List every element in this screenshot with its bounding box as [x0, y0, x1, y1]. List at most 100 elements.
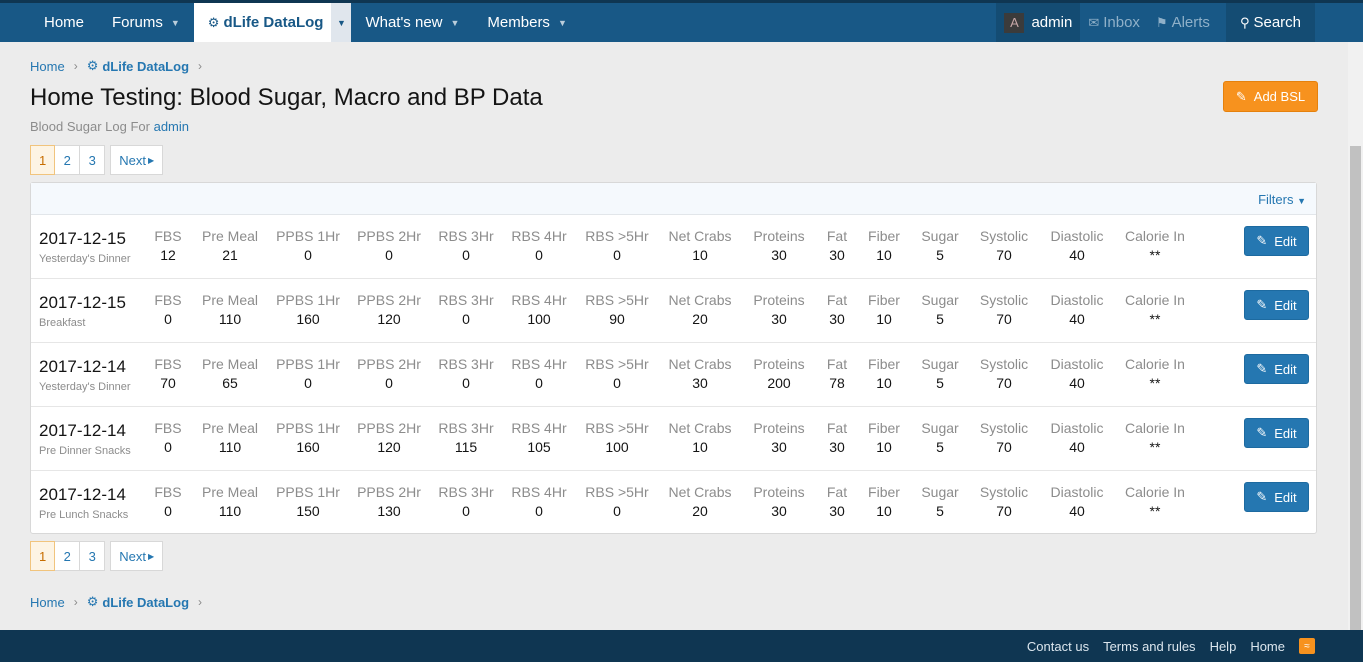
breadcrumb-home[interactable]: Home — [30, 59, 65, 74]
cell-value: 0 — [462, 247, 470, 263]
footer-contact-link[interactable]: Contact us — [1027, 639, 1089, 654]
entry-cell: RBS 4Hr 0 — [511, 356, 566, 391]
entry-cell: Fat 30 — [827, 484, 847, 519]
page-3[interactable]: 3 — [80, 541, 106, 571]
entry-cell: FBS 12 — [154, 228, 181, 263]
cell-value: 0 — [304, 247, 312, 263]
entry-cell: Systolic 70 — [980, 292, 1028, 327]
chevron-down-icon[interactable]: ▼ — [331, 3, 352, 42]
cell-label: FBS — [154, 420, 182, 436]
cell-value: 30 — [829, 503, 845, 519]
cell-value: 78 — [829, 375, 845, 391]
page-2[interactable]: 2 — [55, 145, 81, 175]
breadcrumb: Home › ⚙ dLife DataLog › — [30, 58, 211, 74]
account-menu[interactable]: Aadmin — [996, 3, 1081, 42]
edit-icon: ✎ — [1256, 297, 1268, 312]
chevron-down-icon[interactable]: ▼ — [451, 18, 460, 28]
breadcrumb-datalog[interactable]: dLife DataLog — [102, 595, 189, 610]
search-label: Search — [1253, 14, 1301, 31]
cell-label: Pre Meal — [201, 356, 259, 372]
nav-home-label: Home — [44, 14, 85, 31]
nav-dlife-datalog[interactable]: ⚙ dLife DataLog ▼ — [193, 3, 352, 42]
cell-label: Fat — [826, 356, 848, 372]
add-bsl-button[interactable]: ✎ Add BSL — [1223, 81, 1318, 112]
inbox-link[interactable]: ✉ Inbox — [1080, 3, 1148, 42]
entry-cell: Calorie In ** — [1125, 228, 1185, 263]
top-navigation-bar: Home Forums ▼ ⚙ dLife DataLog ▼ What's new ▼… — [0, 0, 1363, 42]
add-bsl-label: Add BSL — [1253, 89, 1306, 104]
entry-cell: Net Crabs 10 — [668, 228, 731, 263]
cell-value: 130 — [377, 503, 401, 519]
breadcrumb-datalog[interactable]: dLife DataLog — [102, 59, 189, 74]
cell-label: Fat — [826, 484, 848, 500]
entry-row: 2017-12-14 Pre Lunch Snacks FBS 0 Pre Meal 11… — [31, 471, 1316, 535]
nav-whats-new[interactable]: What's new ▼ — [351, 3, 473, 42]
edit-label: Edit — [1274, 489, 1297, 505]
rss-icon[interactable]: ≈ — [1299, 638, 1315, 654]
cell-value: 12 — [160, 247, 176, 263]
nav-forums[interactable]: Forums ▼ — [98, 3, 194, 42]
cell-label: RBS 4Hr — [511, 228, 567, 244]
edit-button[interactable]: ✎ Edit — [1244, 418, 1309, 448]
cell-value: 65 — [222, 375, 238, 391]
search-button[interactable]: ⚲ Search — [1225, 3, 1315, 42]
edit-button[interactable]: ✎ Edit — [1244, 226, 1309, 256]
cell-value: 10 — [692, 247, 708, 263]
cell-label: Proteins — [753, 292, 805, 308]
entry-cell: RBS >5Hr 0 — [585, 228, 648, 263]
filters-menu[interactable]: Filters ▼ — [1258, 192, 1306, 207]
cell-value: 5 — [936, 375, 944, 391]
next-page-button[interactable]: Next ▶ — [110, 145, 164, 175]
cell-label: Diastolic — [1050, 356, 1104, 372]
nav-home[interactable]: Home — [30, 3, 98, 42]
chevron-down-icon[interactable]: ▼ — [558, 18, 567, 28]
entry-cell: Fiber 10 — [868, 228, 900, 263]
cell-value: 120 — [377, 311, 401, 327]
cell-value: 160 — [296, 311, 320, 327]
cell-value: 30 — [829, 311, 845, 327]
envelope-icon: ✉ — [1088, 14, 1100, 30]
entry-cell: PPBS 1Hr 160 — [276, 292, 340, 327]
page-3[interactable]: 3 — [80, 145, 106, 175]
breadcrumb-home[interactable]: Home — [30, 595, 65, 610]
cell-value: 5 — [936, 439, 944, 455]
search-icon: ⚲ — [1239, 14, 1250, 30]
next-label: Next — [119, 152, 146, 168]
entry-cell: RBS >5Hr 0 — [585, 356, 648, 391]
cell-value: 0 — [613, 375, 621, 391]
edit-button[interactable]: ✎ Edit — [1244, 482, 1309, 512]
cell-label: Fat — [826, 420, 848, 436]
entry-cell: FBS 0 — [154, 420, 181, 455]
entry-cell: Fat 30 — [827, 420, 847, 455]
cell-label: Pre Meal — [201, 292, 259, 308]
chevron-right-icon: › — [73, 59, 78, 73]
cell-value: 5 — [936, 311, 944, 327]
nav-members[interactable]: Members ▼ — [473, 3, 580, 42]
cell-label: Proteins — [753, 228, 805, 244]
alerts-link[interactable]: ⚑ Alerts — [1148, 3, 1218, 42]
entry-cell: Sugar 5 — [921, 420, 958, 455]
subtitle-user-link[interactable]: admin — [154, 119, 189, 134]
scrollbar-thumb[interactable] — [1350, 146, 1361, 662]
edit-button[interactable]: ✎ Edit — [1244, 290, 1309, 320]
edit-button[interactable]: ✎ Edit — [1244, 354, 1309, 384]
footer-home-link[interactable]: Home — [1250, 639, 1285, 654]
cell-label: FBS — [154, 228, 182, 244]
entry-cell: Sugar 5 — [921, 228, 958, 263]
entry-cell: RBS 3Hr 0 — [438, 356, 493, 391]
cell-value: ** — [1149, 311, 1161, 327]
next-page-button[interactable]: Next ▶ — [110, 541, 164, 571]
cell-value: 0 — [535, 247, 543, 263]
page-1[interactable]: 1 — [30, 541, 56, 571]
cell-value: 70 — [996, 311, 1012, 327]
page-scrollbar[interactable] — [1348, 42, 1363, 662]
page-1[interactable]: 1 — [30, 145, 56, 175]
cell-value: 0 — [462, 311, 470, 327]
page-2[interactable]: 2 — [55, 541, 81, 571]
footer-terms-link[interactable]: Terms and rules — [1103, 639, 1195, 654]
entry-meal: Pre Lunch Snacks — [39, 509, 129, 521]
chevron-down-icon[interactable]: ▼ — [171, 18, 180, 28]
cell-value: 160 — [296, 439, 320, 455]
footer-help-link[interactable]: Help — [1210, 639, 1237, 654]
subtitle-prefix: Blood Sugar Log For — [30, 119, 150, 134]
